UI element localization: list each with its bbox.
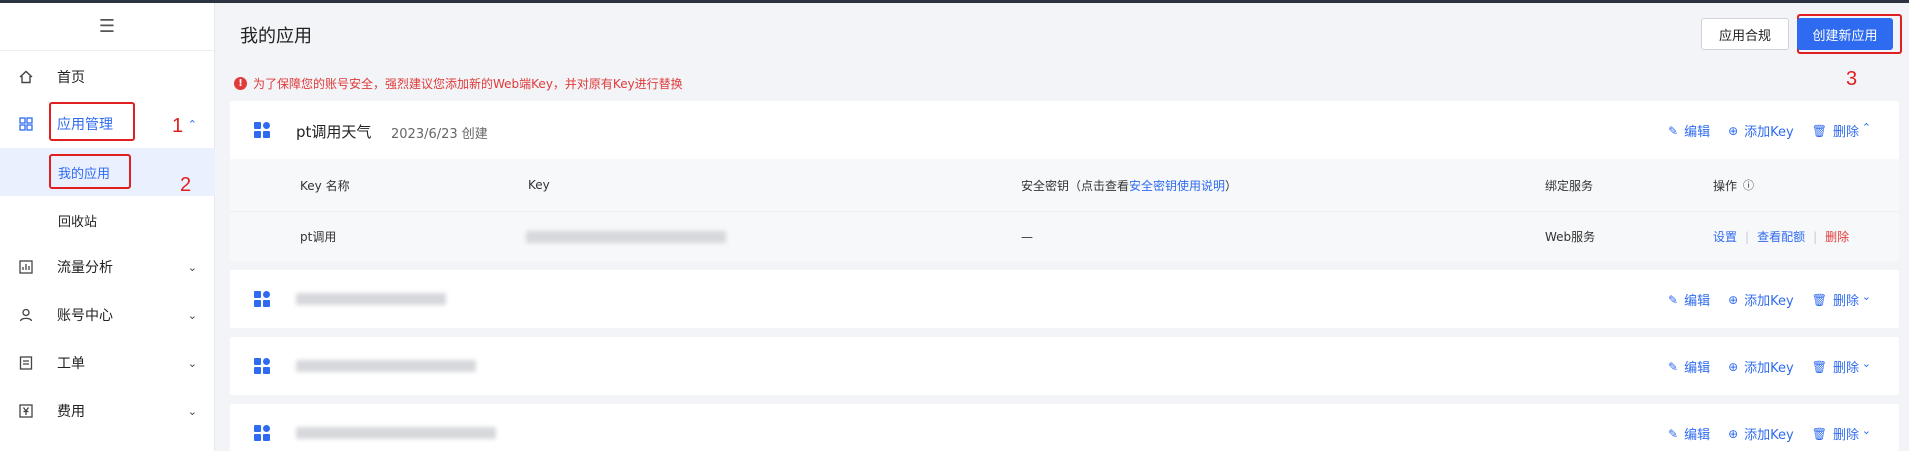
plus-circle-icon: ⊕ [1728,292,1739,307]
edit-button[interactable]: ✎ 编辑 [1668,357,1710,377]
info-icon[interactable]: ⓘ [1743,177,1754,193]
app-name: pt调用天气 [296,123,372,141]
ticket-icon [18,355,34,371]
delete-button[interactable]: 🗑 删除 [1811,290,1859,310]
chevron-up-icon[interactable]: ⌃ [1862,121,1871,134]
trash-icon: 🗑 [1811,359,1827,374]
sidebar-item-traffic[interactable]: 流量分析 ⌄ [0,243,215,291]
key-name-cell: pt调用 [300,230,337,244]
app-actions: ✎ 编辑 ⊕ 添加Key 🗑 删除 [1668,121,1859,141]
annotation-number-3: 3 [1846,68,1858,90]
edit-icon: ✎ [1668,426,1679,441]
yen-icon [18,403,34,419]
warning-text: 为了保障您的账号安全，强烈建议您添加新的Web端Key，并对原有Key进行替换 [253,77,683,91]
chart-icon [18,259,34,275]
add-key-button[interactable]: ⊕ 添加Key [1728,121,1794,141]
table-row: pt调用 — Web服务 设置 | 查看配额 | 删除 [230,211,1899,261]
app-name-redacted [296,427,496,439]
view-quota-link[interactable]: 查看配额 [1757,228,1805,245]
app-card-header: pt调用天气 2023/6/23 创建 ✎ 编辑 ⊕ 添加Key 🗑 删除 ⌃ [230,101,1899,159]
delete-button[interactable]: 🗑 删除 [1811,357,1859,377]
add-key-button[interactable]: ⊕ 添加Key [1728,290,1794,310]
top-bar [0,0,1909,3]
chevron-down-icon: ⌄ [187,260,197,274]
delete-button[interactable]: 🗑 删除 [1811,424,1859,444]
app-icon [254,122,270,138]
annotation-number-1: 1 [172,115,184,137]
annotation-box-1 [49,102,135,141]
app-actions: ✎ 编辑 ⊕ 添加Key 🗑 删除 [1668,424,1859,444]
create-app-button[interactable]: 创建新应用 [1797,18,1893,50]
app-name-redacted [296,293,446,305]
edit-icon: ✎ [1668,123,1679,138]
sidebar-subitem-label: 回收站 [58,214,98,230]
delete-button[interactable]: 🗑 删除 [1811,121,1859,141]
col-secret: 安全密钥（点击查看 安全密钥使用说明 ） [1021,177,1238,194]
key-value-redacted [526,231,726,243]
key-table-header: Key 名称 Key 安全密钥（点击查看 安全密钥使用说明 ） 绑定服务 操作 … [230,159,1899,211]
col-key-name: Key 名称 [300,178,350,193]
add-key-button[interactable]: ⊕ 添加Key [1728,357,1794,377]
plus-circle-icon: ⊕ [1728,359,1739,374]
plus-circle-icon: ⊕ [1728,426,1739,441]
app-name-redacted [296,360,476,372]
ops-cell: 设置 | 查看配额 | 删除 [1713,228,1850,245]
trash-icon: 🗑 [1811,292,1827,307]
chevron-down-icon[interactable]: ⌄ [1862,290,1871,303]
annotation-number-2: 2 [180,174,192,196]
edit-button[interactable]: ✎ 编辑 [1668,424,1710,444]
col-ops: 操作 ⓘ [1713,177,1755,193]
secret-doc-link[interactable]: 安全密钥使用说明 [1129,177,1225,194]
security-warning: ! 为了保障您的账号安全，强烈建议您添加新的Web端Key，并对原有Key进行替… [234,75,683,92]
app-actions: ✎ 编辑 ⊕ 添加Key 🗑 删除 [1668,290,1859,310]
home-icon [18,69,34,85]
delete-key-link[interactable]: 删除 [1825,228,1849,245]
sidebar-item-account[interactable]: 账号中心 ⌄ [0,291,215,339]
sidebar-item-ticket[interactable]: 工单 ⌄ [0,339,215,387]
sidebar-item-billing[interactable]: 费用 ⌄ [0,387,215,435]
annotation-box-2 [49,154,131,189]
chevron-down-icon: ⌄ [187,356,197,370]
sidebar-item-label: 账号中心 [57,308,113,324]
sidebar-subitem-recycle-bin[interactable]: 回收站 [0,196,215,244]
chevron-down-icon[interactable]: ⌄ [1862,357,1871,370]
chevron-down-icon[interactable]: ⌄ [1862,424,1871,437]
sidebar-item-label: 首页 [57,70,85,86]
edit-icon: ✎ [1668,359,1679,374]
app-card: ✎ 编辑 ⊕ 添加Key 🗑 删除 ⌄ [230,337,1899,395]
edit-icon: ✎ [1668,292,1679,307]
grid-icon [18,116,34,132]
sidebar-item-label: 工单 [57,356,85,372]
chevron-down-icon: ⌄ [187,404,197,418]
app-created-date: 2023/6/23 创建 [391,127,488,142]
add-key-button[interactable]: ⊕ 添加Key [1728,424,1794,444]
service-cell: Web服务 [1545,230,1596,244]
sidebar-item-label: 费用 [57,404,85,420]
app-card: ✎ 编辑 ⊕ 添加Key 🗑 删除 ⌄ [230,270,1899,328]
app-icon [254,425,270,441]
sidebar-item-home[interactable]: 首页 [0,53,215,101]
page-title: 我的应用 [240,26,312,47]
hamburger-icon[interactable]: ☰ [0,3,214,51]
app-card: ✎ 编辑 ⊕ 添加Key 🗑 删除 ⌄ [230,404,1899,451]
chevron-up-icon: ⌃ [187,117,197,131]
app-card: pt调用天气 2023/6/23 创建 ✎ 编辑 ⊕ 添加Key 🗑 删除 ⌃ Key… [230,101,1899,261]
app-icon [254,358,270,374]
col-service: 绑定服务 [1545,178,1594,193]
trash-icon: 🗑 [1811,123,1827,138]
settings-link[interactable]: 设置 [1713,228,1737,245]
app-actions: ✎ 编辑 ⊕ 添加Key 🗑 删除 [1668,357,1859,377]
app-compliance-button[interactable]: 应用合规 [1701,18,1789,50]
chevron-down-icon: ⌄ [187,308,197,322]
edit-button[interactable]: ✎ 编辑 [1668,290,1710,310]
secret-cell: — [1021,229,1033,244]
edit-button[interactable]: ✎ 编辑 [1668,121,1710,141]
sidebar-item-label: 流量分析 [57,260,113,276]
col-key: Key [528,178,550,192]
alert-icon: ! [234,77,247,90]
app-icon [254,291,270,307]
plus-circle-icon: ⊕ [1728,123,1739,138]
trash-icon: 🗑 [1811,426,1827,441]
user-icon [18,307,34,323]
